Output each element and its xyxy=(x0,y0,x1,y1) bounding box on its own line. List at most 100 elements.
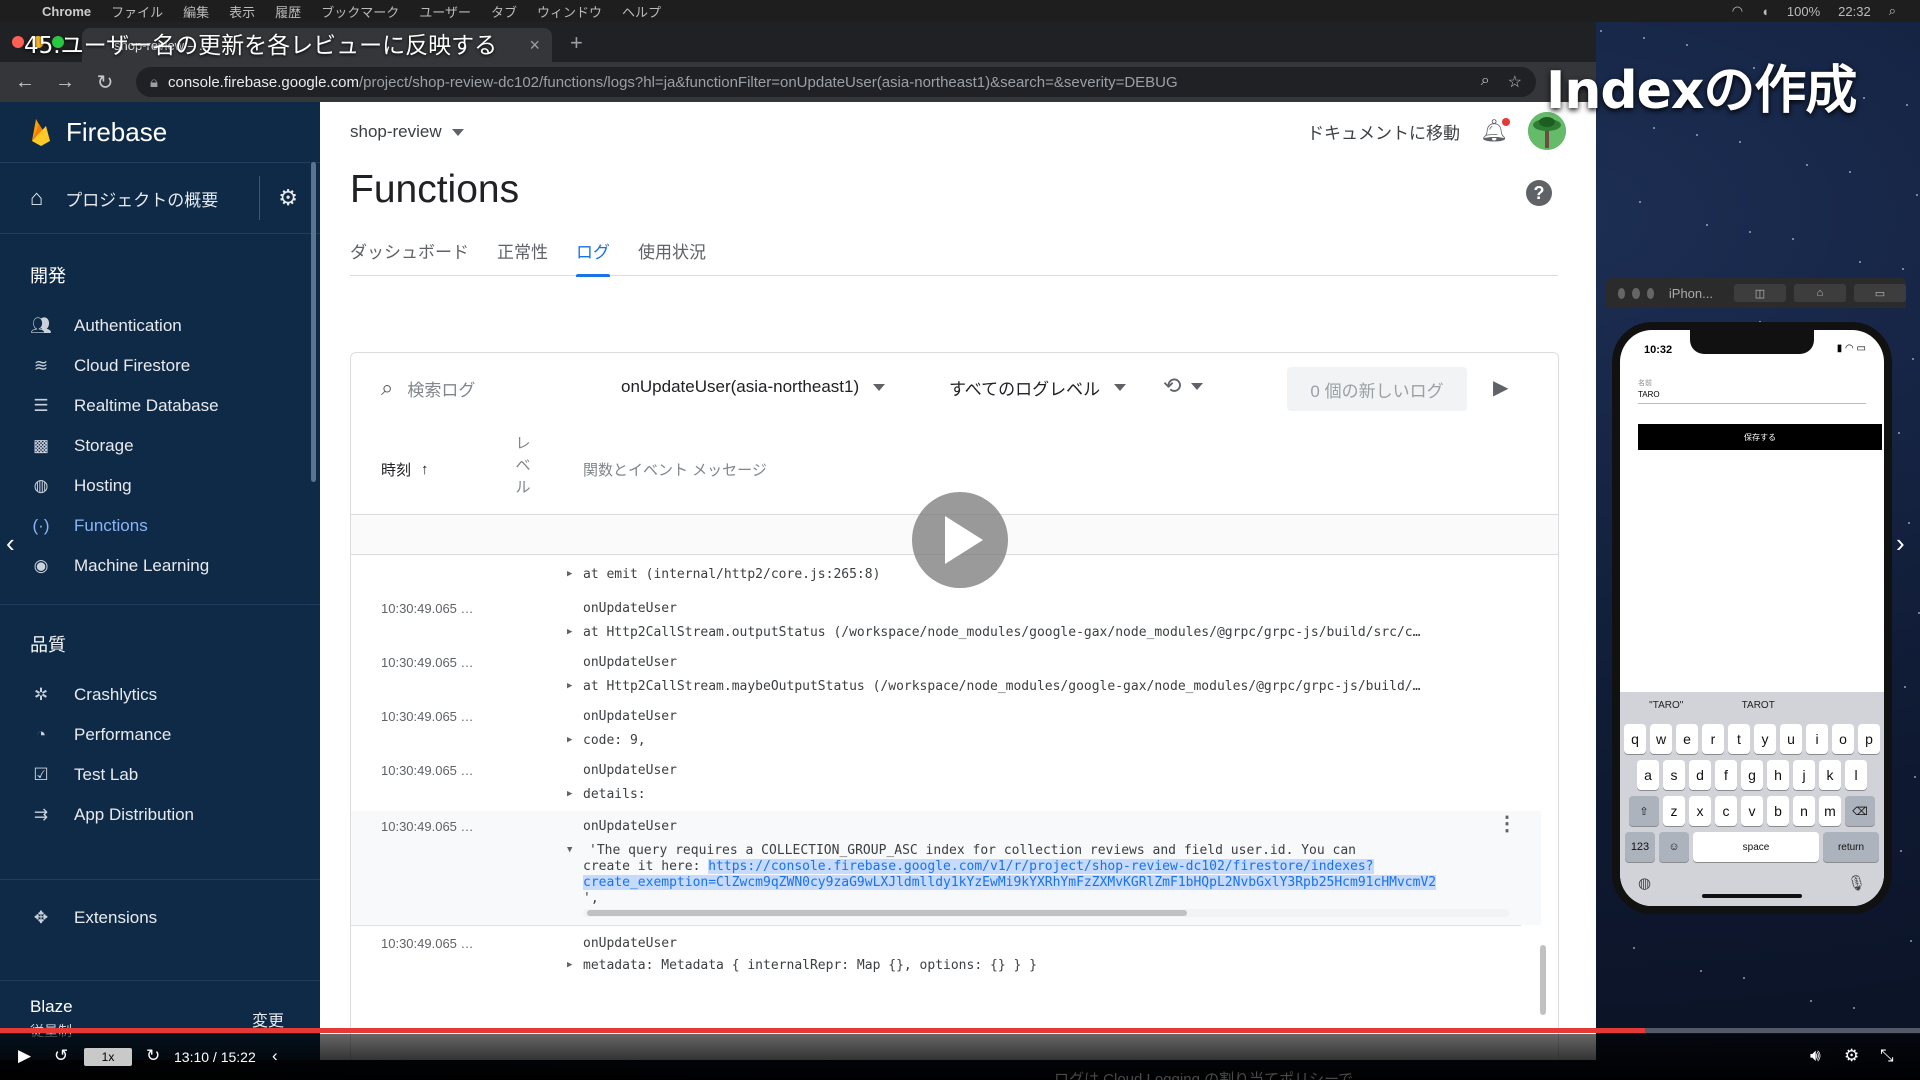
sidebar-item-realtime-database[interactable]: ☰ Realtime Database xyxy=(0,386,320,426)
menu-item-tab[interactable]: タブ xyxy=(491,2,517,21)
key-h[interactable]: h xyxy=(1767,760,1789,790)
key-c[interactable]: c xyxy=(1715,796,1737,826)
bookmark-star-icon[interactable]: ☆ xyxy=(1508,72,1522,92)
menu-item-edit[interactable]: 編集 xyxy=(183,2,209,21)
forward-icon[interactable]: ↻ xyxy=(146,1046,160,1066)
name-input[interactable]: TARO xyxy=(1638,390,1866,404)
stream-play-icon[interactable]: ▶ xyxy=(1493,375,1508,400)
address-bar[interactable]: 🔒︎ console.firebase.google.com/project/s… xyxy=(136,67,1536,97)
battery-percent[interactable]: 100% xyxy=(1787,4,1820,19)
key-k[interactable]: k xyxy=(1819,760,1841,790)
key-s[interactable]: s xyxy=(1663,760,1685,790)
menu-clock[interactable]: 22:32 xyxy=(1838,4,1871,19)
suggestion-item[interactable]: "TARO" xyxy=(1649,700,1683,711)
close-tab-icon[interactable]: × xyxy=(529,35,540,56)
search-input[interactable]: 検索ログ xyxy=(407,376,475,401)
tab-dashboard[interactable]: ダッシュボード xyxy=(350,238,483,276)
key-a[interactable]: a xyxy=(1637,760,1659,790)
scrollbar-thumb[interactable] xyxy=(587,910,1187,916)
key-y[interactable]: y xyxy=(1754,724,1776,754)
sidebar-item-test-lab[interactable]: ☑ Test Lab xyxy=(0,755,320,795)
sidebar-item-machine-learning[interactable]: ◉ Machine Learning xyxy=(0,546,320,586)
project-selector[interactable]: shop-review xyxy=(350,122,464,142)
menu-item-file[interactable]: ファイル xyxy=(111,2,163,21)
back-icon[interactable]: ← xyxy=(12,71,38,94)
log-row[interactable]: 10:30:49.065 … onUpdateUser ▶ at Http2Ca… xyxy=(351,595,1521,649)
tab-health[interactable]: 正常性 xyxy=(483,238,562,276)
close-window-button[interactable] xyxy=(12,36,24,48)
index-create-link[interactable]: https://console.firebase.google.com/v1/r… xyxy=(708,859,1374,874)
log-row-expanded[interactable]: 10:30:49.065 … onUpdateUser ⋮ ▼ 'The que… xyxy=(351,811,1541,925)
reload-icon[interactable]: ↻ xyxy=(92,70,118,95)
shift-key[interactable]: ⇧ xyxy=(1629,796,1659,826)
project-overview-link[interactable]: ⌂ プロジェクトの概要 ⚙ xyxy=(0,162,320,234)
space-key[interactable]: space xyxy=(1693,832,1819,862)
menu-item-window[interactable]: ウィンドウ xyxy=(537,2,602,21)
function-filter-select[interactable]: onUpdateUser(asia-northeast1) xyxy=(621,377,886,397)
chevron-left-icon[interactable]: ‹ xyxy=(272,1046,278,1066)
backspace-key-icon[interactable]: ⌫ xyxy=(1845,796,1875,826)
screenshot-icon[interactable]: ◫ xyxy=(1733,284,1786,302)
menu-item-bookmarks[interactable]: ブックマーク xyxy=(321,2,399,21)
numbers-key[interactable]: 123 xyxy=(1625,832,1655,862)
settings-gear-icon[interactable]: ⚙ xyxy=(1844,1046,1859,1066)
search-icon[interactable]: ⌕ xyxy=(1889,3,1896,19)
tab-logs[interactable]: ログ xyxy=(562,238,624,277)
key-d[interactable]: d xyxy=(1689,760,1711,790)
suggestion-item[interactable]: TAROT xyxy=(1742,700,1775,711)
key-w[interactable]: w xyxy=(1650,724,1672,754)
volume-icon[interactable]: ◖ xyxy=(1761,4,1769,19)
playback-speed-button[interactable]: 1x xyxy=(84,1048,132,1066)
next-lecture-icon[interactable]: › xyxy=(1896,528,1905,559)
sidebar-item-performance[interactable]: ◔ Performance xyxy=(0,715,320,755)
key-r[interactable]: r xyxy=(1702,724,1724,754)
key-j[interactable]: j xyxy=(1793,760,1815,790)
simulator-zoom-button[interactable] xyxy=(1646,287,1654,299)
log-search[interactable]: ⌕ 検索ログ xyxy=(381,375,475,401)
new-tab-button[interactable]: + xyxy=(570,30,583,56)
key-x[interactable]: x xyxy=(1689,796,1711,826)
new-logs-button[interactable]: 0 個の新しいログ xyxy=(1287,367,1467,411)
key-o[interactable]: o xyxy=(1832,724,1854,754)
home-icon[interactable]: ⌂ xyxy=(1793,284,1846,302)
video-play-button[interactable] xyxy=(912,492,1008,588)
key-q[interactable]: q xyxy=(1624,724,1646,754)
key-n[interactable]: n xyxy=(1793,796,1815,826)
menu-app-name[interactable]: Chrome xyxy=(42,4,91,19)
key-g[interactable]: g xyxy=(1741,760,1763,790)
microphone-icon[interactable]: 🎙︎ xyxy=(1847,874,1866,892)
rotate-icon[interactable]: ▭ xyxy=(1853,284,1906,302)
volume-icon[interactable]: 🔊︎ xyxy=(1810,1046,1821,1066)
menu-item-history[interactable]: 履歴 xyxy=(275,2,301,21)
key-z[interactable]: z xyxy=(1663,796,1685,826)
play-icon[interactable]: ▶ xyxy=(18,1046,31,1066)
globe-icon[interactable]: ◍ xyxy=(1638,874,1651,892)
simulator-close-button[interactable] xyxy=(1618,287,1626,299)
sidebar-item-hosting[interactable]: ◍ Hosting xyxy=(0,466,320,506)
index-create-link-continued[interactable]: create_exemption=ClZwcm9qZWN0cy9zaG9wLXJ… xyxy=(583,875,1437,890)
log-row[interactable]: 10:30:49.065 … onUpdateUser ▶ code: 9, xyxy=(351,703,1521,757)
expand-triangle-icon[interactable]: ▶ xyxy=(567,960,572,970)
key-p[interactable]: p xyxy=(1858,724,1880,754)
sidebar-scrollbar[interactable] xyxy=(311,162,316,482)
time-column-header[interactable]: 時刻 ↑ xyxy=(381,459,429,480)
forward-icon[interactable]: → xyxy=(52,71,78,94)
firebase-brand[interactable]: Firebase xyxy=(0,102,320,162)
docs-link[interactable]: ドキュメントに移動 xyxy=(1307,119,1460,144)
key-m[interactable]: m xyxy=(1819,796,1841,826)
notification-bell-icon[interactable]: 🔔︎ xyxy=(1480,118,1510,144)
previous-lecture-icon[interactable]: ‹ xyxy=(6,528,15,559)
key-f[interactable]: f xyxy=(1715,760,1737,790)
zoom-icon[interactable]: ⌕ xyxy=(1481,72,1490,92)
fullscreen-icon[interactable]: ⤡ xyxy=(1880,1046,1894,1066)
key-u[interactable]: u xyxy=(1780,724,1802,754)
simulator-minimize-button[interactable] xyxy=(1632,287,1640,299)
key-i[interactable]: i xyxy=(1806,724,1828,754)
expand-triangle-icon[interactable]: ▶ xyxy=(567,681,572,691)
sidebar-item-app-distribution[interactable]: ⇉ App Distribution xyxy=(0,795,320,835)
time-range-select[interactable]: ⟲ xyxy=(1163,373,1204,399)
sidebar-item-firestore[interactable]: ≋ Cloud Firestore xyxy=(0,346,320,386)
expand-triangle-icon[interactable]: ▶ xyxy=(567,569,572,579)
help-icon[interactable]: ? xyxy=(1526,180,1552,206)
key-t[interactable]: t xyxy=(1728,724,1750,754)
